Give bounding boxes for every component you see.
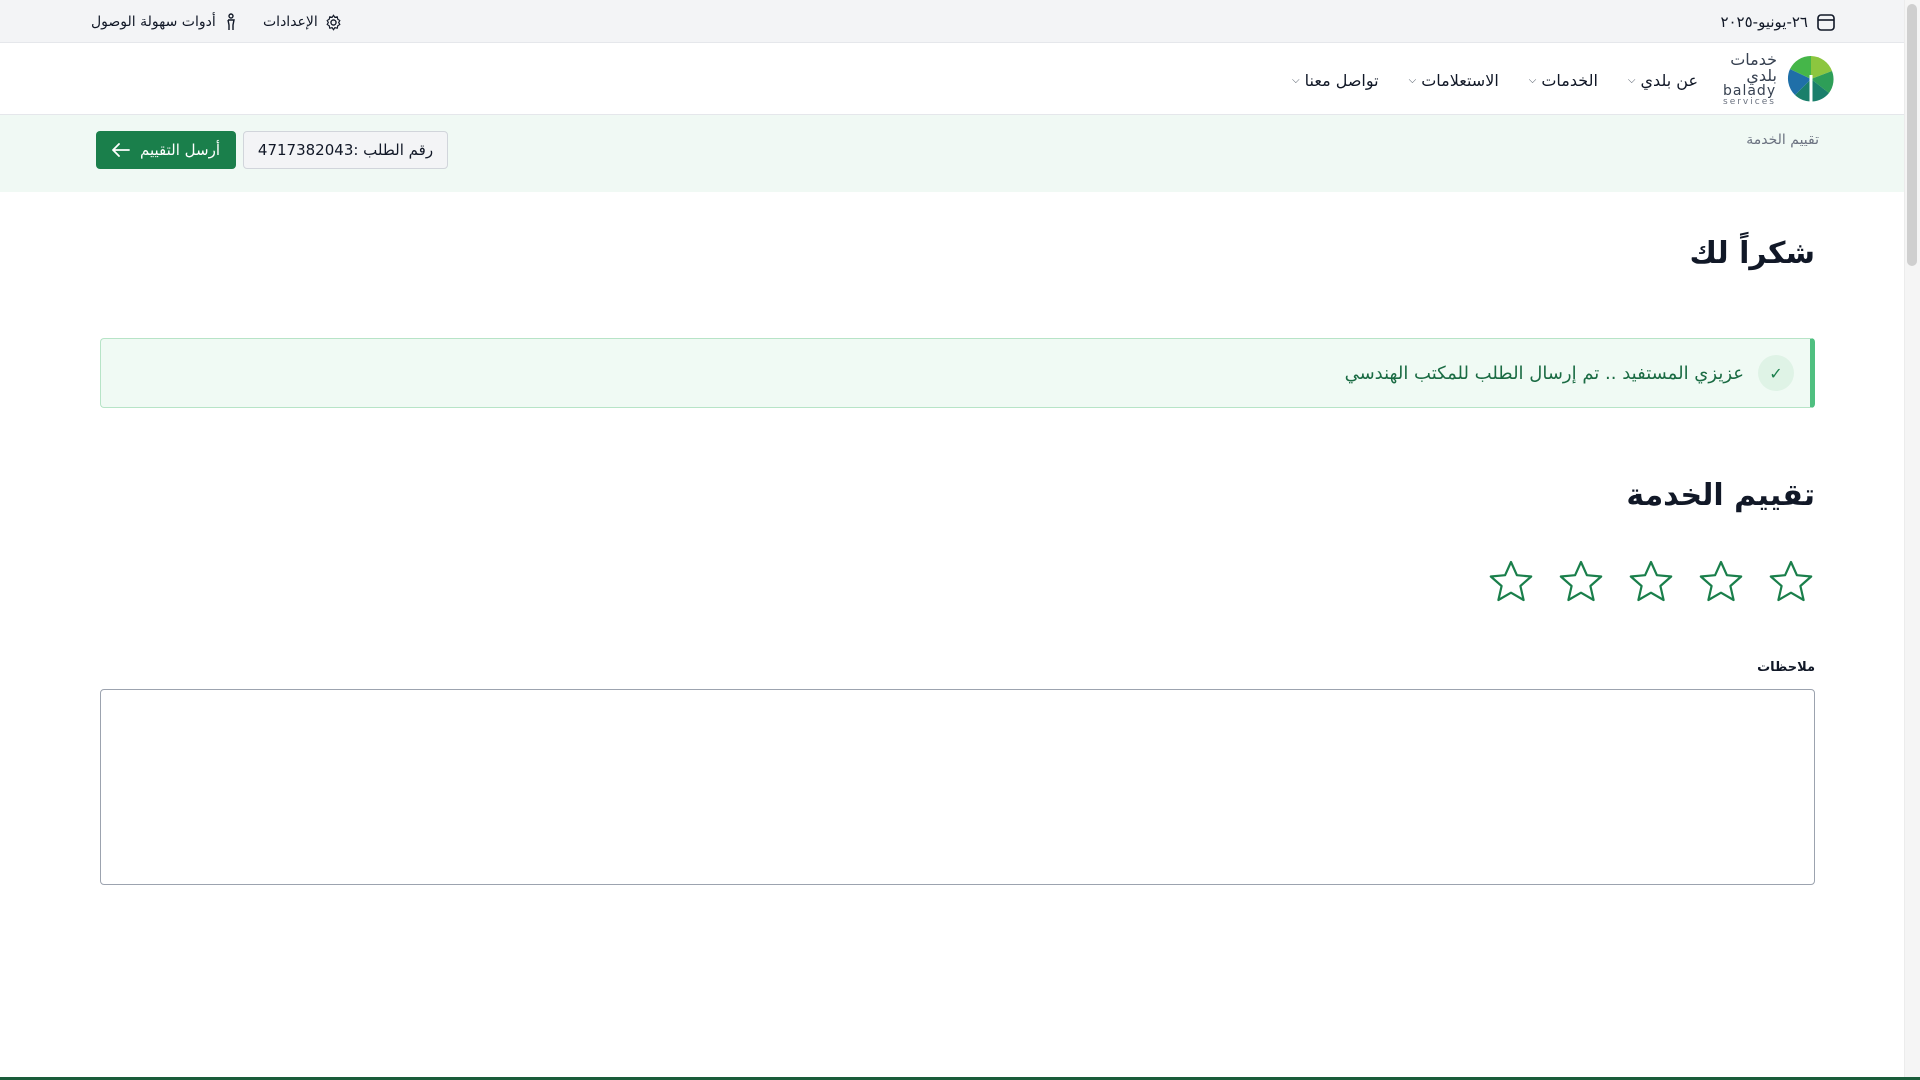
nav-item-contact[interactable]: تواصل معنا ⌵	[1292, 71, 1379, 90]
logo-sub: services	[1723, 96, 1776, 107]
nav-item-services[interactable]: الخدمات ⌵	[1529, 71, 1598, 90]
rating-title: تقييم الخدمة	[1626, 478, 1815, 513]
thanks-title: شكراً لك	[1689, 236, 1815, 271]
accessibility-icon	[223, 13, 239, 31]
accessibility-tools-link[interactable]: أدوات سهولة الوصول	[91, 11, 239, 33]
breadcrumb[interactable]: تقييم الخدمة	[1746, 132, 1819, 148]
calendar-icon	[1816, 12, 1836, 32]
main-header: خدمات بلدي balady services عن بلدي ⌵ الخ…	[0, 43, 1920, 115]
settings-label: الإعدادات	[263, 14, 318, 30]
palm-logo-icon	[1785, 53, 1837, 105]
logo-arabic: خدمات بلدي	[1730, 49, 1777, 85]
notes-label: ملاحظات	[1757, 660, 1815, 675]
scrollbar-thumb[interactable]	[1907, 4, 1917, 266]
star-4-icon[interactable]	[1557, 558, 1605, 606]
gear-icon	[325, 13, 342, 31]
main-nav: عن بلدي ⌵ الخدمات ⌵ الاستعلامات ⌵ تواصل …	[1292, 65, 1698, 95]
page: ٢٦-يونيو-٢٠٢٥ الإعدادات أدوات سهولة الوص…	[0, 0, 1920, 1080]
scrollbar[interactable]	[1904, 0, 1920, 1080]
chevron-down-icon: ⌵	[1528, 74, 1537, 86]
logo-text: خدمات بلدي balady services	[1723, 49, 1777, 107]
settings-link[interactable]: الإعدادات	[263, 11, 342, 33]
order-number-badge: رقم الطلب :4717382043	[243, 131, 448, 169]
nav-item-inquiries[interactable]: الاستعلامات ⌵	[1409, 71, 1499, 90]
send-rating-button[interactable]: أرسل التقييم	[96, 131, 236, 169]
balady-logo[interactable]: خدمات بلدي balady services	[1723, 49, 1837, 107]
chevron-down-icon: ⌵	[1292, 74, 1300, 86]
accessibility-label: أدوات سهولة الوصول	[91, 14, 216, 30]
utility-bar: ٢٦-يونيو-٢٠٢٥ الإعدادات أدوات سهولة الوص…	[0, 0, 1920, 43]
nav-item-label: تواصل معنا	[1304, 70, 1379, 90]
arrow-left-icon	[112, 143, 130, 157]
check-icon: ✓	[1758, 355, 1794, 391]
nav-item-label: الاستعلامات	[1421, 70, 1499, 90]
nav-item-about[interactable]: عن بلدي ⌵	[1628, 71, 1698, 90]
star-1-icon[interactable]	[1767, 558, 1815, 606]
chevron-down-icon: ⌵	[1627, 74, 1636, 86]
chevron-down-icon: ⌵	[1408, 74, 1417, 86]
date-display: ٢٦-يونيو-٢٠٢٥	[1720, 10, 1836, 34]
star-5-icon[interactable]	[1487, 558, 1535, 606]
send-rating-label: أرسل التقييم	[140, 141, 220, 159]
alert-text: عزيزي المستفيد .. تم إرسال الطلب للمكتب …	[1344, 362, 1744, 384]
nav-item-label: عن بلدي	[1640, 70, 1698, 90]
star-2-icon[interactable]	[1697, 558, 1745, 606]
star-3-icon[interactable]	[1627, 558, 1675, 606]
success-alert: ✓ عزيزي المستفيد .. تم إرسال الطلب للمكت…	[100, 338, 1815, 408]
date-text: ٢٦-يونيو-٢٠٢٥	[1720, 13, 1808, 31]
action-band: تقييم الخدمة رقم الطلب :4717382043 أرسل …	[0, 115, 1920, 192]
star-rating	[1487, 558, 1815, 606]
nav-item-label: الخدمات	[1541, 70, 1598, 90]
logo-english: balady	[1723, 82, 1777, 99]
notes-textarea[interactable]	[100, 689, 1815, 885]
